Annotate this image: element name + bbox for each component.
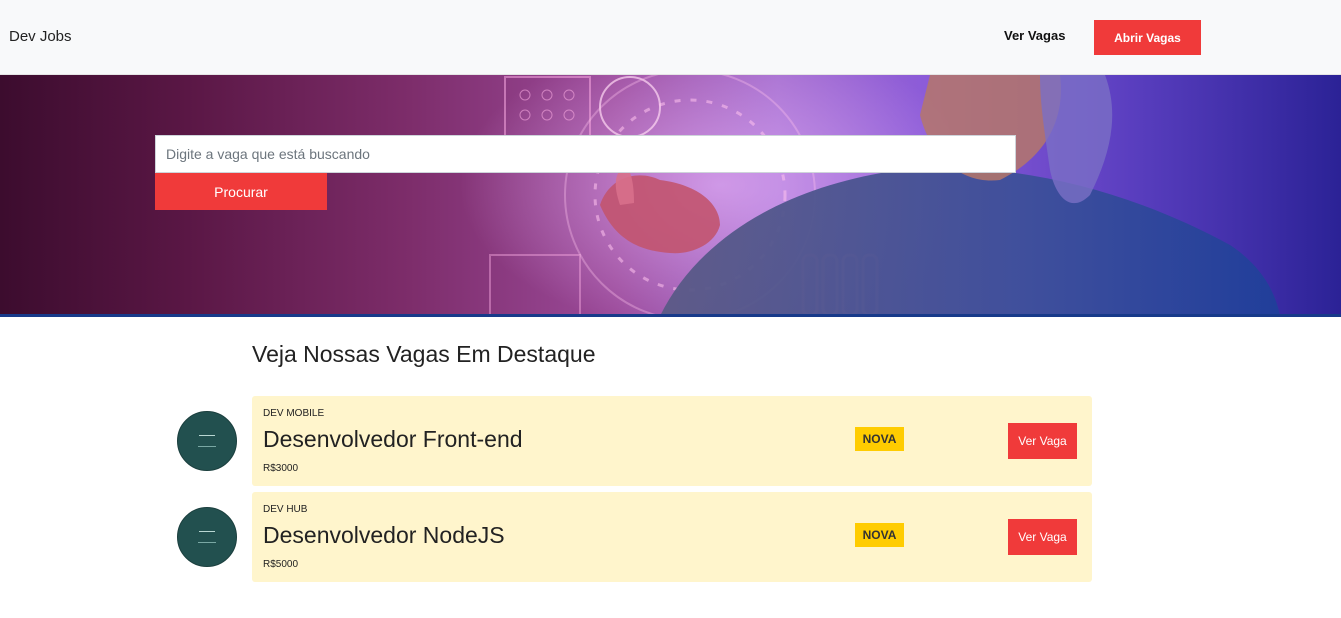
ver-vagas-link[interactable]: Ver Vagas [1004, 28, 1065, 43]
company-logo [177, 411, 237, 471]
job-company: DEV MOBILE [263, 408, 325, 419]
job-card: DEV MOBILE Desenvolvedor Front-end R$300… [252, 396, 1092, 486]
job-salary: R$5000 [263, 559, 299, 570]
procurar-button[interactable]: Procurar [155, 173, 327, 210]
job-search-input[interactable] [155, 135, 1016, 173]
brand-logo-text[interactable]: Dev Jobs [9, 28, 72, 45]
company-logo [177, 507, 237, 567]
job-title: Desenvolvedor NodeJS [263, 522, 505, 548]
ver-vaga-button[interactable]: Ver Vaga [1008, 519, 1077, 555]
abrir-vagas-button[interactable]: Abrir Vagas [1094, 20, 1201, 55]
hero-bottom-border [0, 314, 1341, 317]
job-title: Desenvolvedor Front-end [263, 426, 523, 452]
logo-underline-icon [198, 542, 216, 543]
logo-underline-icon [198, 446, 216, 447]
logo-wing-icon [199, 531, 215, 535]
navbar: Dev Jobs Ver Vagas Abrir Vagas [0, 0, 1341, 75]
ver-vaga-button[interactable]: Ver Vaga [1008, 423, 1077, 459]
job-salary: R$3000 [263, 463, 299, 474]
job-card: DEV HUB Desenvolvedor NodeJS R$5000 NOVA… [252, 492, 1092, 582]
section-title: Veja Nossas Vagas Em Destaque [252, 341, 596, 367]
job-company: DEV HUB [263, 504, 308, 515]
new-badge: NOVA [855, 427, 904, 451]
new-badge: NOVA [855, 523, 904, 547]
logo-wing-icon [199, 435, 215, 439]
